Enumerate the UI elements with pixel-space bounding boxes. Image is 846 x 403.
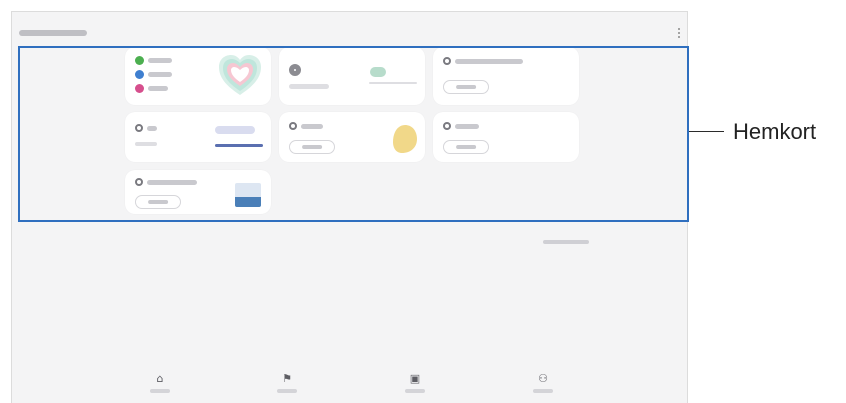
home-icon: ⌂ <box>156 372 164 385</box>
nav-fitness-label <box>405 389 425 393</box>
nav-together[interactable]: ⚑ <box>272 373 302 403</box>
nav-my-page[interactable]: ⚇ <box>528 373 558 403</box>
app-title <box>19 30 87 36</box>
more-options-icon[interactable] <box>678 28 680 38</box>
calendar-icon: ▣ <box>409 372 421 385</box>
home-cards-highlight <box>18 46 689 222</box>
nav-home[interactable]: ⌂ <box>145 373 175 403</box>
callout-line <box>689 131 724 132</box>
manage-items-link[interactable] <box>543 240 589 244</box>
app-window <box>11 11 689 403</box>
flag-icon: ⚑ <box>282 372 292 385</box>
nav-together-label <box>277 389 297 393</box>
nav-home-label <box>150 389 170 393</box>
nav-my-page-label <box>533 389 553 393</box>
callout-label: Hemkort <box>733 119 817 144</box>
person-icon: ⚇ <box>538 372 548 385</box>
nav-fitness[interactable]: ▣ <box>400 373 430 403</box>
